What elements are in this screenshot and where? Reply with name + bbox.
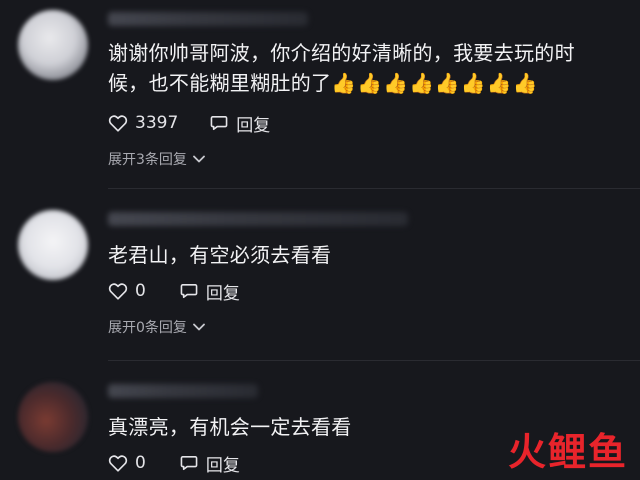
avatar[interactable] [18,382,88,452]
chevron-down-icon [187,155,205,163]
reply-label: 回复 [205,455,240,476]
chevron-down-icon [187,323,205,331]
speech-bubble-icon [180,455,198,471]
reply-button[interactable]: 回复 [210,111,270,136]
like-button[interactable]: 3397 [108,113,178,133]
heart-outline-icon [108,114,128,132]
comment-actions: 0 回复 [108,279,240,304]
watermark-char: 鲤 [547,430,588,474]
expand-replies-button[interactable]: 展开3条回复 [108,149,205,169]
heart-outline-icon [108,282,128,300]
like-count: 0 [135,453,146,473]
comment-text-line: 候，也不能糊里糊肚的了 [108,71,332,95]
comment-item: 老君山，有空必须去看看 0 回复 展开0条回复 [0,190,640,360]
comment-text-line: 老君山，有空必须去看看 [108,243,332,267]
blurred-user-meta [108,384,258,398]
avatar[interactable] [18,210,88,280]
comment-text: 谢谢你帅哥阿波，你介绍的好清晰的，我要去玩的时 候，也不能糊里糊肚的了👍👍👍👍👍… [108,38,588,98]
comment-text-line: 真漂亮，有机会一定去看看 [108,415,352,439]
divider [108,188,640,189]
reply-label: 回复 [205,283,240,304]
like-button[interactable]: 0 [108,281,146,301]
comment-actions: 3397 回复 [108,111,270,136]
comment-text: 老君山，有空必须去看看 [108,240,588,270]
blurred-user-meta [108,12,308,26]
comment-actions: 0 回复 [108,451,240,476]
avatar[interactable] [18,10,88,80]
expand-replies-button[interactable]: 展开0条回复 [108,317,205,337]
speech-bubble-icon [180,283,198,299]
watermark-char: 火 [507,430,548,474]
divider [108,360,640,361]
reply-label: 回复 [236,115,271,136]
like-count: 0 [135,281,146,301]
reply-button[interactable]: 回复 [180,451,240,476]
watermark-logo: 火鲤鱼 [508,430,628,474]
blurred-user-meta [108,212,408,226]
comment-text-line: 谢谢你帅哥阿波，你介绍的好清晰的，我要去玩的时 [108,41,575,65]
watermark-char: 鱼 [587,430,628,474]
thumbs-up-emoji: 👍👍👍👍👍👍👍👍 [331,71,539,95]
like-count: 3397 [135,113,179,133]
expand-replies-label: 展开0条回复 [108,320,187,336]
speech-bubble-icon [210,115,228,131]
expand-replies-label: 展开3条回复 [108,152,187,168]
comment-item: 谢谢你帅哥阿波，你介绍的好清晰的，我要去玩的时 候，也不能糊里糊肚的了👍👍👍👍👍… [0,0,640,190]
heart-outline-icon [108,454,128,472]
like-button[interactable]: 0 [108,453,146,473]
comment-feed: 谢谢你帅哥阿波，你介绍的好清晰的，我要去玩的时 候，也不能糊里糊肚的了👍👍👍👍👍… [0,0,640,480]
reply-button[interactable]: 回复 [180,279,240,304]
